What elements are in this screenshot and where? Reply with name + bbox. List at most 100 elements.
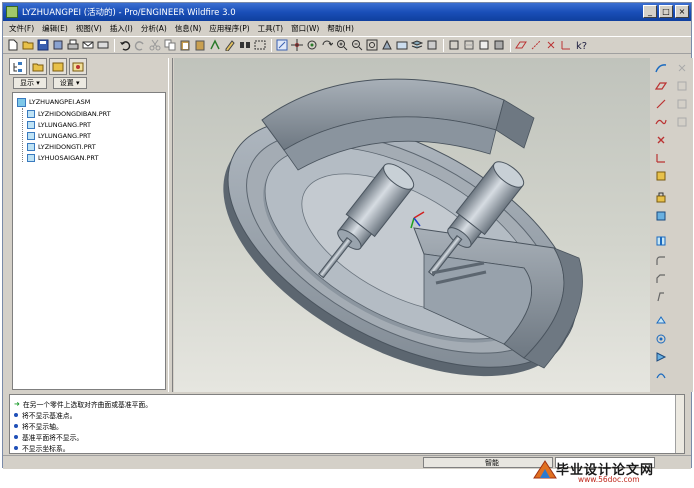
navigator-sash[interactable] xyxy=(168,58,173,392)
create-component-icon[interactable] xyxy=(654,209,668,223)
datum-planes-icon[interactable] xyxy=(514,38,528,52)
zoom-out-icon[interactable] xyxy=(350,38,364,52)
datum-plane-tool-icon[interactable] xyxy=(654,79,668,93)
graphics-window[interactable] xyxy=(174,58,650,392)
disabled-tool-icon[interactable] xyxy=(675,115,689,129)
selection-filter-label: 智能 xyxy=(485,459,499,467)
component-tool-icon[interactable] xyxy=(654,191,668,205)
orient-mode-icon[interactable] xyxy=(305,38,319,52)
coordinate-system-tool-icon[interactable] xyxy=(654,151,668,165)
settings-dropdown[interactable]: 设置 ▾ xyxy=(52,77,87,89)
message-text: 将不显示轴。 xyxy=(22,423,63,431)
regenerate-icon[interactable] xyxy=(208,38,222,52)
minimize-button[interactable]: _ xyxy=(643,5,657,18)
reorient-icon[interactable] xyxy=(320,38,334,52)
draft-tool-icon[interactable] xyxy=(654,290,668,304)
mail-icon[interactable] xyxy=(96,38,110,52)
open-folder-icon[interactable] xyxy=(21,38,35,52)
menu-tools[interactable]: 工具(T) xyxy=(254,23,287,34)
datum-point-tool-icon[interactable] xyxy=(654,133,668,147)
pattern-tool-icon[interactable] xyxy=(654,332,668,346)
disabled-tool-icon[interactable] xyxy=(675,79,689,93)
tab-favorites[interactable] xyxy=(49,58,67,75)
tree-item[interactable]: LYHUOSAIGAN.PRT xyxy=(27,153,98,163)
layers-icon[interactable] xyxy=(410,38,424,52)
saved-views-icon[interactable] xyxy=(395,38,409,52)
info-bullet-icon xyxy=(14,446,18,450)
menu-info[interactable]: 信息(N) xyxy=(171,23,205,34)
toolbar-separator xyxy=(271,38,272,52)
menu-applications[interactable]: 应用程序(P) xyxy=(205,23,253,34)
assembly-icon xyxy=(17,97,26,107)
menu-edit[interactable]: 编辑(E) xyxy=(38,23,72,34)
hidden-line-icon[interactable] xyxy=(462,38,476,52)
round-tool-icon[interactable] xyxy=(654,254,668,268)
help-icon[interactable]: k? xyxy=(574,38,588,52)
menu-help[interactable]: 帮助(H) xyxy=(323,23,358,34)
new-file-icon[interactable] xyxy=(6,38,20,52)
paste-icon[interactable] xyxy=(178,38,192,52)
undo-icon[interactable] xyxy=(118,38,132,52)
cut-out-tool-icon[interactable] xyxy=(654,314,668,328)
title-bar: LYZHUANGPEI (活动的) - Pro/ENGINEER Wildfir… xyxy=(3,3,691,21)
print-icon[interactable] xyxy=(66,38,80,52)
tree-item[interactable]: LYZHIDONGDIBAN.PRT xyxy=(27,109,111,119)
feature-toolbar xyxy=(651,58,693,392)
tree-item[interactable]: LYZHIDONGTI.PRT xyxy=(27,142,96,152)
datum-axes-icon[interactable] xyxy=(529,38,543,52)
tree-item[interactable]: LYLUNGANG.PRT xyxy=(27,120,91,130)
message-info: 基准平面将不显示。 xyxy=(14,432,83,442)
datum-points-icon[interactable] xyxy=(544,38,558,52)
disabled-tool-icon[interactable] xyxy=(675,61,689,75)
mirror-tool-icon[interactable] xyxy=(654,350,668,364)
tree-item[interactable]: LYLUNGANG.PRT xyxy=(27,131,91,141)
disabled-tool-icon[interactable] xyxy=(675,97,689,111)
show-dropdown[interactable]: 显示 ▾ xyxy=(13,77,47,89)
cut-icon[interactable] xyxy=(148,38,162,52)
repaint-icon[interactable] xyxy=(275,38,289,52)
navigator-tabs xyxy=(9,58,87,76)
view-manager-box-icon[interactable] xyxy=(425,38,439,52)
save-copy-icon[interactable] xyxy=(51,38,65,52)
send-mail-icon[interactable] xyxy=(81,38,95,52)
toolbar-separator xyxy=(510,38,511,52)
datum-curve-tool-icon[interactable] xyxy=(654,115,668,129)
save-icon[interactable] xyxy=(36,38,50,52)
zoom-in-icon[interactable] xyxy=(335,38,349,52)
hole-tool-icon[interactable] xyxy=(654,234,668,248)
datum-axis-tool-icon[interactable] xyxy=(654,97,668,111)
watermark: 毕业设计论文网 www.56doc.com xyxy=(530,456,692,486)
menu-view[interactable]: 视图(V) xyxy=(72,23,106,34)
analysis-feature-icon[interactable] xyxy=(654,169,668,183)
tree-item-label: LYZHIDONGDIBAN.PRT xyxy=(38,110,111,118)
spin-center-icon[interactable] xyxy=(290,38,304,52)
tab-folder-browser[interactable] xyxy=(29,58,47,75)
menu-file[interactable]: 文件(F) xyxy=(5,23,38,34)
redo-icon[interactable] xyxy=(133,38,147,52)
view-manager-icon[interactable] xyxy=(380,38,394,52)
copy-icon[interactable] xyxy=(163,38,177,52)
message-scrollbar[interactable] xyxy=(675,395,684,453)
coordinate-system-icon[interactable] xyxy=(559,38,573,52)
refit-icon[interactable] xyxy=(365,38,379,52)
sketch-icon[interactable] xyxy=(654,61,668,75)
menu-bar: 文件(F) 编辑(E) 视图(V) 插入(I) 分析(A) 信息(N) 应用程序… xyxy=(3,21,691,35)
menu-window[interactable]: 窗口(W) xyxy=(287,23,323,34)
message-info: 将不显示基准点。 xyxy=(14,410,76,420)
maximize-button[interactable]: □ xyxy=(659,5,673,18)
tab-model-tree[interactable] xyxy=(9,58,27,75)
merge-tool-icon[interactable] xyxy=(654,368,668,382)
selection-filter-icon[interactable] xyxy=(253,38,267,52)
find-icon[interactable] xyxy=(238,38,252,52)
paste-special-icon[interactable] xyxy=(193,38,207,52)
close-button[interactable]: × xyxy=(675,5,689,18)
wireframe-icon[interactable] xyxy=(447,38,461,52)
no-hidden-icon[interactable] xyxy=(477,38,491,52)
menu-insert[interactable]: 插入(I) xyxy=(106,23,137,34)
shading-icon[interactable] xyxy=(492,38,506,52)
tab-history[interactable] xyxy=(69,58,87,75)
tree-root[interactable]: LYZHUANGPEI.ASM xyxy=(17,97,90,107)
edit-definition-icon[interactable] xyxy=(223,38,237,52)
chamfer-tool-icon[interactable] xyxy=(654,272,668,286)
menu-analysis[interactable]: 分析(A) xyxy=(137,23,171,34)
